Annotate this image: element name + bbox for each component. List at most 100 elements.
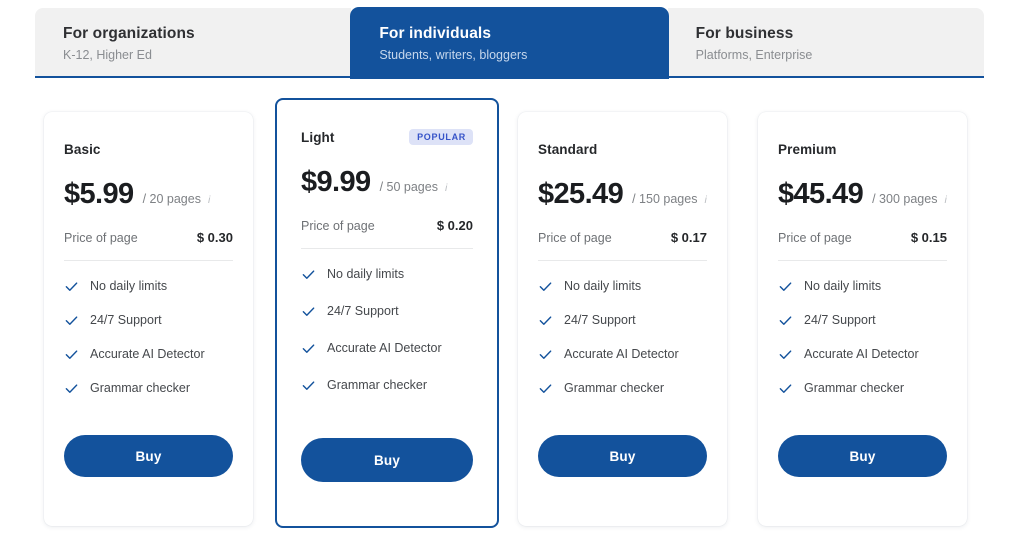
card-header: Standard <box>538 140 707 158</box>
info-icon[interactable]: i <box>208 194 210 206</box>
tab-for-business[interactable]: For business Platforms, Enterprise <box>667 8 984 78</box>
price-row: $5.99 / 20 pages i <box>64 178 233 210</box>
price-per-page-label: Price of page <box>538 231 612 245</box>
feature-list: No daily limits 24/7 Support Accurate AI… <box>301 266 473 393</box>
buy-button[interactable]: Buy <box>301 438 473 482</box>
price-per-page-label: Price of page <box>64 231 138 245</box>
feature-item: Grammar checker <box>301 377 473 393</box>
tab-title: For business <box>695 25 794 42</box>
feature-label: No daily limits <box>804 279 882 293</box>
plan-price: $45.49 <box>778 178 864 210</box>
pricing-page: For organizations K-12, Higher Ed For in… <box>0 0 1024 540</box>
feature-label: Accurate AI Detector <box>90 347 205 361</box>
price-per-page-row: Price of page $ 0.17 <box>538 230 707 261</box>
check-icon <box>779 315 792 325</box>
check-icon <box>302 343 315 353</box>
pricing-cards: Basic $5.99 / 20 pages i Price of page $… <box>35 98 984 530</box>
tab-for-individuals[interactable]: For individuals Students, writers, blogg… <box>351 8 668 78</box>
plan-price: $9.99 <box>301 166 371 198</box>
feature-item: 24/7 Support <box>64 312 233 328</box>
check-icon <box>302 269 315 279</box>
plan-price: $5.99 <box>64 178 134 210</box>
check-icon <box>65 315 78 325</box>
feature-list: No daily limits 24/7 Support Accurate AI… <box>538 278 707 396</box>
feature-item: No daily limits <box>778 278 947 294</box>
feature-label: No daily limits <box>90 279 168 293</box>
tab-subtitle: Students, writers, bloggers <box>379 48 528 62</box>
check-icon <box>539 349 552 359</box>
feature-item: Accurate AI Detector <box>301 340 473 356</box>
plan-pages: / 150 pages <box>632 192 698 206</box>
pricing-card-light[interactable]: Light POPULAR $9.99 / 50 pages i Price o… <box>275 98 499 528</box>
check-icon <box>65 383 78 393</box>
price-per-page-value: $ 0.15 <box>910 230 947 245</box>
feature-item: 24/7 Support <box>538 312 707 328</box>
plan-name: Premium <box>778 141 837 157</box>
info-icon[interactable]: i <box>704 194 706 206</box>
card-header: Basic <box>64 140 233 158</box>
price-per-page-row: Price of page $ 0.20 <box>301 218 473 249</box>
pricing-card-premium[interactable]: Premium $45.49 / 300 pages i Price of pa… <box>758 112 967 526</box>
buy-button[interactable]: Buy <box>778 435 947 477</box>
price-per-page-label: Price of page <box>778 231 852 245</box>
check-icon <box>302 306 315 316</box>
feature-label: Grammar checker <box>564 381 665 395</box>
feature-item: 24/7 Support <box>301 303 473 319</box>
price-row: $9.99 / 50 pages i <box>301 166 473 198</box>
tab-subtitle: Platforms, Enterprise <box>695 48 813 62</box>
feature-label: 24/7 Support <box>564 313 636 327</box>
check-icon <box>779 281 792 291</box>
check-icon <box>539 383 552 393</box>
feature-list: No daily limits 24/7 Support Accurate AI… <box>778 278 947 396</box>
feature-item: Grammar checker <box>778 380 947 396</box>
price-row: $45.49 / 300 pages i <box>778 178 947 210</box>
info-icon[interactable]: i <box>445 182 447 194</box>
price-per-page-value: $ 0.30 <box>196 230 233 245</box>
check-icon <box>65 349 78 359</box>
feature-item: Grammar checker <box>538 380 707 396</box>
pricing-card-basic[interactable]: Basic $5.99 / 20 pages i Price of page $… <box>44 112 253 526</box>
pricing-card-standard[interactable]: Standard $25.49 / 150 pages i Price of p… <box>518 112 727 526</box>
price-per-page-row: Price of page $ 0.30 <box>64 230 233 261</box>
feature-label: Accurate AI Detector <box>564 347 679 361</box>
tab-subtitle: K-12, Higher Ed <box>63 48 152 62</box>
feature-label: Grammar checker <box>804 381 905 395</box>
check-icon <box>302 380 315 390</box>
card-header: Premium <box>778 140 947 158</box>
feature-label: No daily limits <box>564 279 642 293</box>
check-icon <box>779 349 792 359</box>
card-header: Light POPULAR <box>301 128 473 146</box>
buy-button[interactable]: Buy <box>64 435 233 477</box>
feature-list: No daily limits 24/7 Support Accurate AI… <box>64 278 233 396</box>
check-icon <box>539 315 552 325</box>
feature-item: Accurate AI Detector <box>64 346 233 362</box>
price-per-page-value: $ 0.17 <box>670 230 707 245</box>
feature-label: 24/7 Support <box>327 304 399 318</box>
feature-label: Grammar checker <box>327 378 428 392</box>
check-icon <box>539 281 552 291</box>
popular-badge: POPULAR <box>409 129 473 145</box>
feature-label: No daily limits <box>327 267 405 281</box>
tab-title: For organizations <box>63 25 195 42</box>
plan-name: Basic <box>64 141 101 157</box>
feature-item: Grammar checker <box>64 380 233 396</box>
info-icon[interactable]: i <box>944 194 946 206</box>
check-icon <box>779 383 792 393</box>
price-row: $25.49 / 150 pages i <box>538 178 707 210</box>
plan-name: Standard <box>538 141 598 157</box>
tab-for-organizations[interactable]: For organizations K-12, Higher Ed <box>35 8 352 78</box>
price-per-page-label: Price of page <box>301 219 375 233</box>
buy-button[interactable]: Buy <box>538 435 707 477</box>
feature-item: Accurate AI Detector <box>538 346 707 362</box>
feature-label: Accurate AI Detector <box>327 341 442 355</box>
feature-item: No daily limits <box>64 278 233 294</box>
price-per-page-value: $ 0.20 <box>436 218 473 233</box>
plan-name: Light <box>301 129 335 145</box>
feature-item: No daily limits <box>301 266 473 282</box>
check-icon <box>65 281 78 291</box>
tab-title: For individuals <box>379 25 492 42</box>
plan-price: $25.49 <box>538 178 624 210</box>
audience-tabs: For organizations K-12, Higher Ed For in… <box>35 8 984 78</box>
feature-item: Accurate AI Detector <box>778 346 947 362</box>
feature-label: 24/7 Support <box>804 313 876 327</box>
